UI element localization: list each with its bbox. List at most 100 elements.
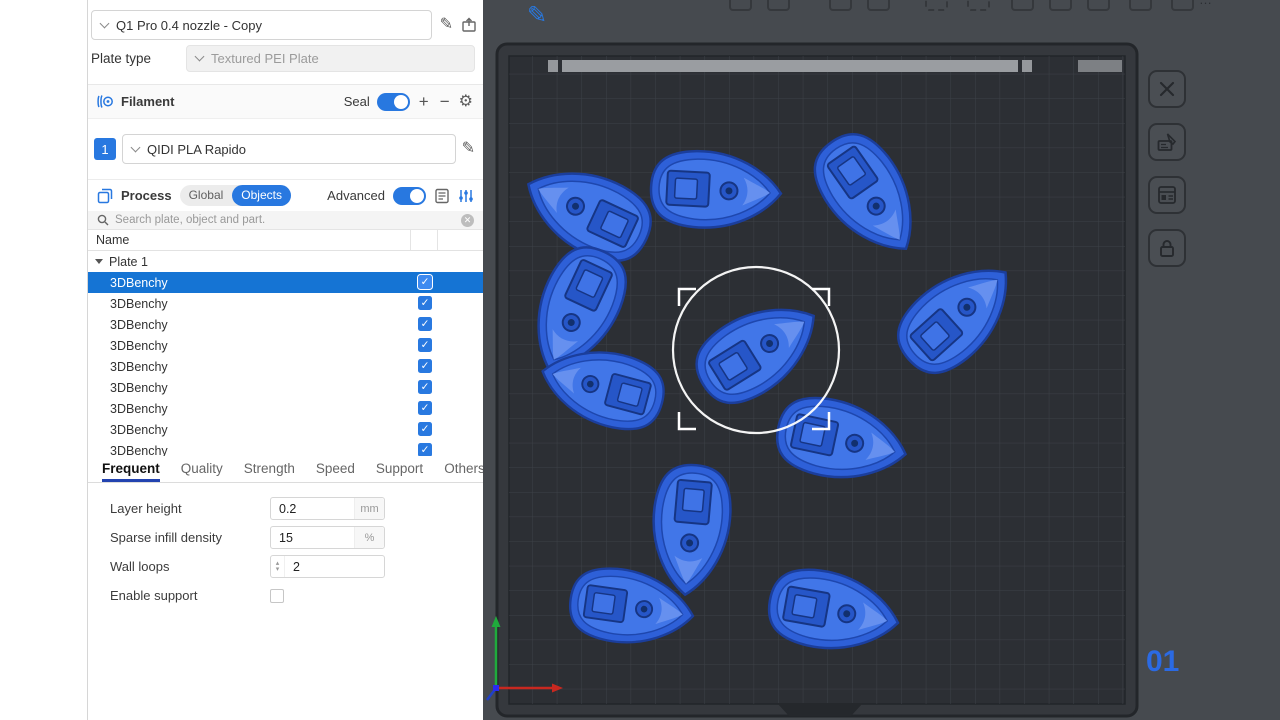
wall-loops-stepper[interactable]: ▴ ▾: [271, 556, 285, 577]
auto-arrange-button[interactable]: [1148, 123, 1186, 161]
plate-type-label: Plate type: [91, 51, 186, 66]
frequent-params: Layer height mm Sparse infill density % …: [88, 483, 483, 613]
object-row[interactable]: 3DBenchy ✓: [88, 335, 483, 356]
filament-spool-icon: [97, 94, 114, 109]
object-visibility-checkbox[interactable]: ✓: [418, 401, 432, 415]
object-name: 3DBenchy: [110, 423, 168, 437]
tab-speed[interactable]: Speed: [316, 461, 355, 482]
param-list-icon[interactable]: [434, 188, 450, 204]
toolbar-icon-clipped[interactable]: [1049, 0, 1072, 11]
object-visibility-checkbox[interactable]: ✓: [418, 338, 432, 352]
clear-search-icon[interactable]: ✕: [461, 214, 474, 227]
close-button[interactable]: [1148, 70, 1186, 108]
object-visibility-checkbox[interactable]: ✓: [418, 443, 432, 456]
filament-preset-select[interactable]: QIDI PLA Rapido: [122, 134, 456, 164]
plate-tree-row[interactable]: Plate 1: [88, 251, 483, 272]
enable-support-label: Enable support: [110, 588, 270, 603]
edit-preset-icon[interactable]: ✎: [440, 17, 453, 33]
object-name: 3DBenchy: [110, 297, 168, 311]
sparse-infill-input-box: %: [270, 526, 385, 549]
tab-strength[interactable]: Strength: [244, 461, 295, 482]
edit-filament-icon[interactable]: ✎: [462, 141, 475, 157]
toolbar-icon-clipped[interactable]: [1129, 0, 1152, 11]
chevron-down-icon: [195, 52, 205, 62]
toolbar-icon-clipped[interactable]: [867, 0, 890, 11]
object-visibility-checkbox[interactable]: ✓: [418, 359, 432, 373]
object-name: 3DBenchy: [110, 339, 168, 353]
tab-support[interactable]: Support: [376, 461, 423, 482]
toolbar-overflow-icon[interactable]: …: [1199, 0, 1213, 7]
param-sliders-icon[interactable]: [458, 188, 474, 204]
add-filament-button[interactable]: +: [417, 93, 431, 110]
scope-objects-option[interactable]: Objects: [232, 185, 291, 206]
collapse-caret-icon[interactable]: [95, 259, 103, 264]
printer-preset-select[interactable]: Q1 Pro 0.4 nozzle - Copy: [91, 10, 432, 40]
lock-button[interactable]: [1148, 229, 1186, 267]
object-visibility-checkbox[interactable]: ✓: [418, 422, 432, 436]
object-tree-rows: 3DBenchy ✓ 3DBenchy ✓ 3DBenchy ✓ 3DBenchy ✓ 3DBe…: [88, 272, 483, 456]
advanced-toggle[interactable]: [393, 187, 426, 205]
object-row[interactable]: 3DBenchy ✓: [88, 419, 483, 440]
object-visibility-checkbox[interactable]: ✓: [418, 275, 432, 289]
lock-icon: [1155, 236, 1179, 260]
toolbar-icon-clipped[interactable]: [767, 0, 790, 11]
plate-number[interactable]: 01: [1146, 645, 1179, 679]
toolbar-icon-clipped[interactable]: [1171, 0, 1194, 11]
left-gutter: [0, 0, 88, 720]
filament-slot-number[interactable]: 1: [94, 138, 116, 160]
wall-loops-input[interactable]: [285, 560, 363, 574]
seal-toggle[interactable]: [377, 93, 410, 111]
edit-plate-icon[interactable]: ✎: [527, 1, 547, 30]
toolbar-icon-clipped[interactable]: [729, 0, 752, 11]
seal-label: Seal: [344, 94, 370, 109]
tab-others[interactable]: Others: [444, 461, 485, 482]
object-tree: Plate 1 3DBenchy✓3DBenchy✓3DBenchy✓3DBen…: [88, 251, 483, 456]
object-name: 3DBenchy: [110, 402, 168, 416]
tab-quality[interactable]: Quality: [181, 461, 223, 482]
layer-height-unit: mm: [354, 498, 384, 519]
plate-type-select[interactable]: Textured PEI Plate: [186, 45, 475, 72]
search-input[interactable]: [115, 214, 455, 226]
object-name: 3DBenchy: [110, 318, 168, 332]
viewport-3d[interactable]: … ✎: [483, 0, 1280, 720]
object-row[interactable]: 3DBenchy✓: [88, 377, 483, 398]
object-visibility-checkbox[interactable]: ✓: [418, 317, 432, 331]
toolbar-icon-clipped[interactable]: [925, 0, 948, 11]
advanced-label: Advanced: [327, 188, 385, 203]
sparse-infill-input[interactable]: [271, 531, 349, 545]
scope-global-option[interactable]: Global: [180, 185, 233, 206]
object-visibility-checkbox[interactable]: ✓: [418, 380, 432, 394]
printer-preset-row: Q1 Pro 0.4 nozzle - Copy ✎: [88, 0, 483, 45]
remove-filament-button[interactable]: −: [438, 93, 452, 110]
process-scope-toggle: Global Objects: [180, 185, 291, 206]
settings-tabs: Frequent Quality Strength Speed Support Other…: [88, 456, 483, 483]
object-row[interactable]: 3DBenchy ✓: [88, 293, 483, 314]
tab-frequent[interactable]: Frequent: [102, 461, 160, 482]
toolbar-icon-clipped[interactable]: [829, 0, 852, 11]
toolbar-icon-clipped[interactable]: [1011, 0, 1034, 11]
object-row[interactable]: 3DBenchy ✓: [88, 440, 483, 456]
object-row[interactable]: 3DBenchy ✓: [88, 314, 483, 335]
stepper-down-icon[interactable]: ▾: [276, 567, 280, 573]
object-row[interactable]: 3DBenchy ✓: [88, 356, 483, 377]
object-name: 3DBenchy: [110, 444, 168, 457]
object-row[interactable]: 3DBenchy✓: [88, 272, 483, 293]
filament-title: Filament: [121, 94, 174, 109]
plate-settings-icon: [1155, 183, 1179, 207]
toolbar-icon-clipped[interactable]: [967, 0, 990, 11]
object-row[interactable]: 3DBenchy ✓: [88, 398, 483, 419]
plate-type-row: Plate type Textured PEI Plate: [88, 45, 483, 84]
object-name: 3DBenchy: [110, 360, 168, 374]
chevron-down-icon: [131, 142, 141, 152]
plate-label: Plate 1: [109, 255, 148, 269]
layer-height-input[interactable]: [271, 502, 349, 516]
plate-settings-button[interactable]: [1148, 176, 1186, 214]
sync-preset-icon[interactable]: [461, 17, 477, 33]
object-visibility-checkbox[interactable]: ✓: [418, 296, 432, 310]
toolbar-icon-clipped[interactable]: [1087, 0, 1110, 11]
object-search-bar: ✕: [88, 211, 483, 230]
filament-settings-gear-icon[interactable]: ⚙: [459, 94, 473, 110]
enable-support-checkbox[interactable]: [270, 589, 284, 603]
chevron-down-icon: [100, 18, 110, 28]
auto-arrange-icon: [1155, 130, 1179, 154]
